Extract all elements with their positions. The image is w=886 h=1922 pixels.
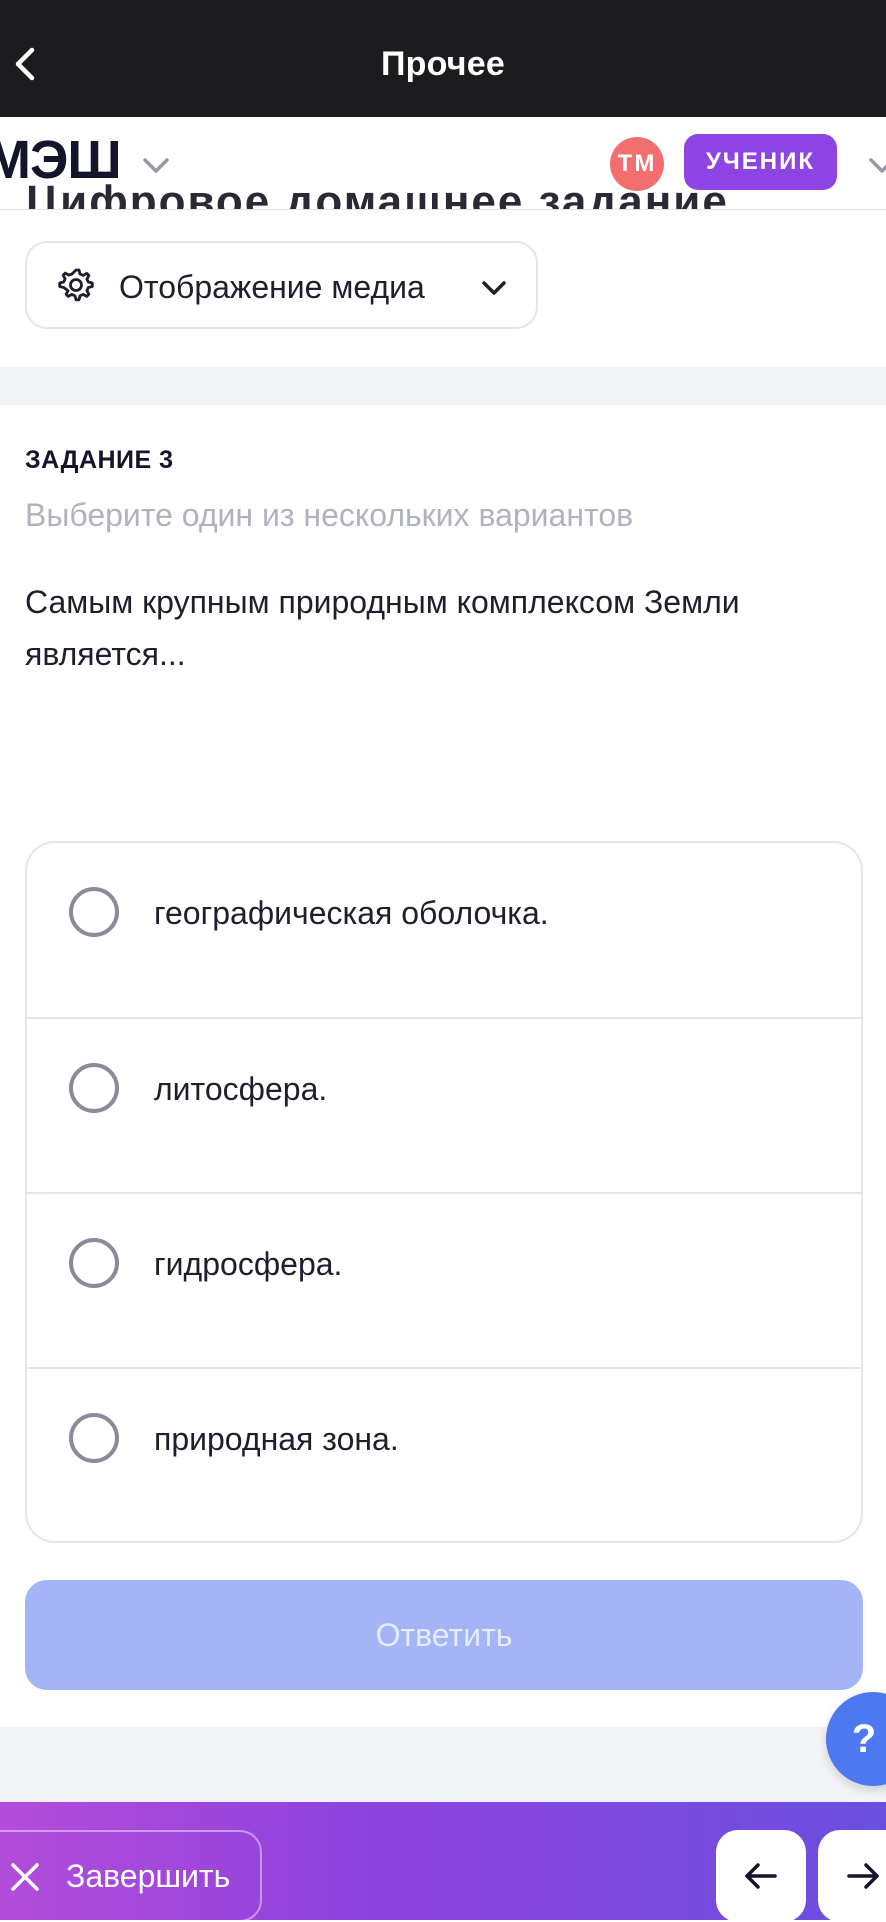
question-icon: ? <box>851 1716 877 1761</box>
close-icon <box>11 1863 39 1891</box>
option-label: природная зона. <box>154 1421 399 1457</box>
chevron-down-icon <box>482 281 506 295</box>
option-label: гидросфера. <box>154 1246 343 1282</box>
next-task-button[interactable] <box>818 1830 886 1922</box>
radio-button[interactable] <box>69 1238 119 1288</box>
chevron-down-icon[interactable] <box>866 150 886 182</box>
answer-option[interactable]: гидросфера. <box>27 1194 861 1369</box>
answer-button[interactable]: Ответить <box>25 1580 863 1690</box>
finish-button[interactable]: Завершить <box>0 1830 262 1922</box>
section-divider <box>0 1727 886 1802</box>
answer-option[interactable]: географическая оболочка. <box>27 843 861 1018</box>
gear-icon <box>58 268 94 302</box>
user-avatar[interactable]: ТМ <box>610 137 664 191</box>
option-label: географическая оболочка. <box>154 895 549 931</box>
previous-task-button[interactable] <box>716 1830 806 1922</box>
option-label: литосфера. <box>154 1071 328 1107</box>
task-hint: Выберите один из нескольких вариантов <box>25 497 634 533</box>
page-title: Прочее <box>381 45 505 83</box>
task-number: ЗАДАНИЕ 3 <box>25 446 174 474</box>
answer-option[interactable]: природная зона. <box>27 1369 861 1541</box>
finish-label: Завершить <box>66 1858 231 1894</box>
chevron-down-icon[interactable] <box>140 150 172 182</box>
arrow-left-icon <box>745 1863 777 1889</box>
top-navigation-bar: Прочее <box>0 0 886 117</box>
bottom-action-bar: Завершить <box>0 1802 886 1922</box>
role-badge[interactable]: УЧЕНИК <box>684 134 837 190</box>
media-display-dropdown[interactable]: Отображение медиа <box>25 241 538 329</box>
media-display-label: Отображение медиа <box>119 269 425 305</box>
app-logo[interactable]: МЭШ <box>0 133 122 187</box>
radio-button[interactable] <box>69 887 119 937</box>
radio-button[interactable] <box>69 1413 119 1463</box>
arrow-right-icon <box>847 1863 879 1889</box>
question-text: Самым крупным природным комплексом Земли… <box>25 584 740 672</box>
answer-option[interactable]: литосфера. <box>27 1019 861 1194</box>
answer-options: географическая оболочка. литосфера. гидр… <box>25 841 863 1543</box>
radio-button[interactable] <box>69 1063 119 1113</box>
section-divider <box>0 367 886 405</box>
